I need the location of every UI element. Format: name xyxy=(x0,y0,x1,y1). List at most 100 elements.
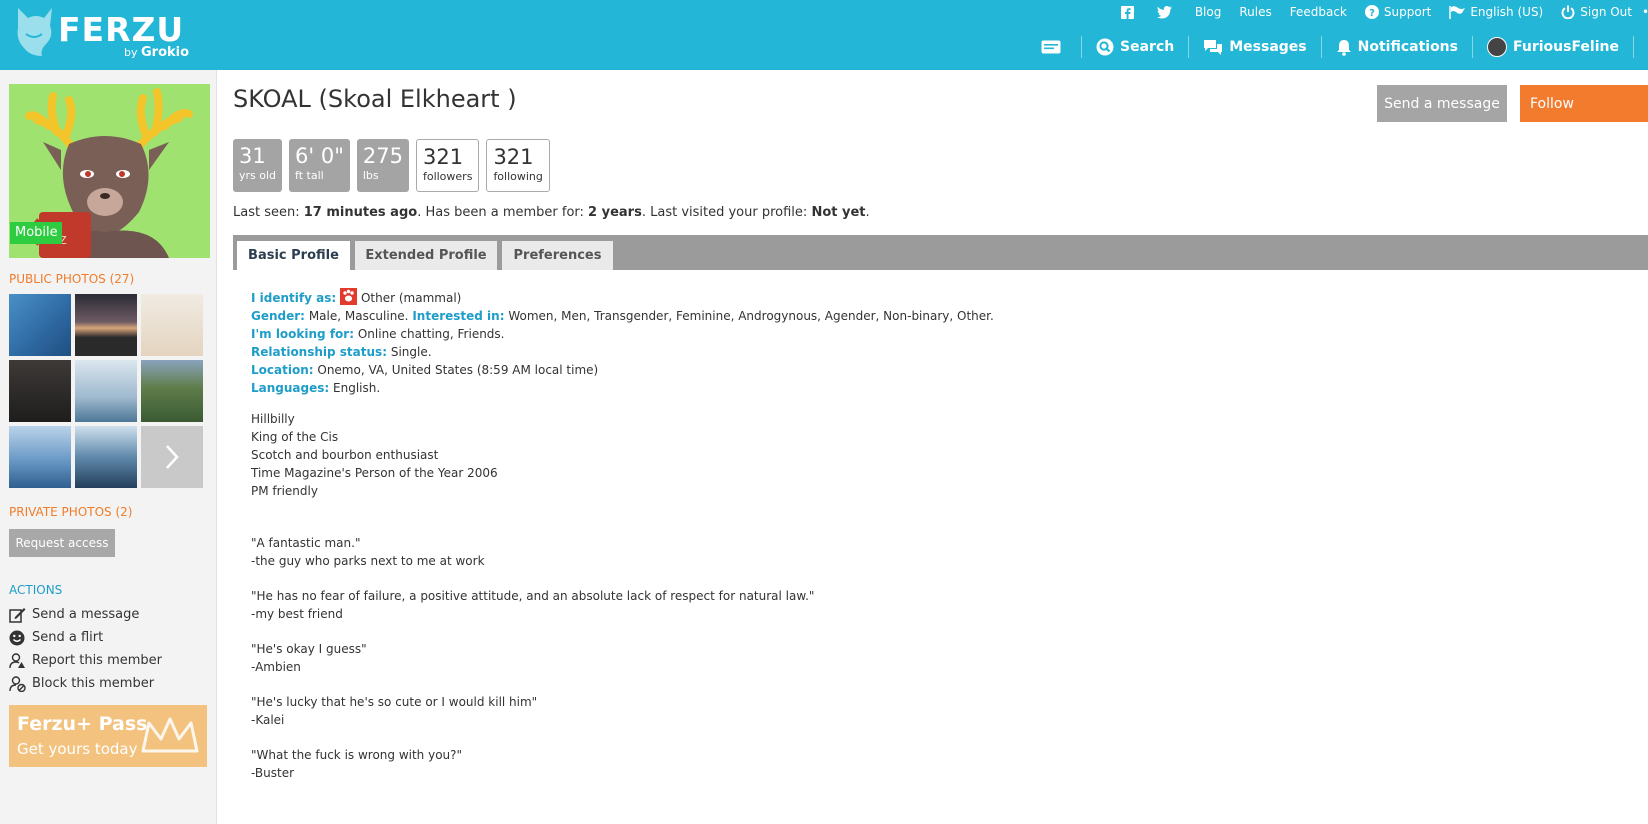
nav-user-menu[interactable]: FuriousFeline xyxy=(1471,36,1633,58)
brand-byline: by Grokio xyxy=(124,45,189,60)
photo-thumb[interactable] xyxy=(9,426,71,488)
photo-thumb[interactable] xyxy=(9,360,71,422)
ferzu-pass-banner[interactable]: Ferzu+ Pass Get yours today xyxy=(9,705,207,767)
bio-line: -the guy who parks next to me at work xyxy=(251,554,485,568)
bio-line: "He's lucky that he's so cute or I would… xyxy=(251,695,538,709)
tab-basic-profile[interactable]: Basic Profile xyxy=(237,241,350,270)
stat-label: followers xyxy=(422,170,473,183)
nav-search[interactable]: Search xyxy=(1081,36,1188,58)
stat-value: 321 xyxy=(493,145,534,169)
photo-thumb[interactable] xyxy=(75,360,137,422)
photo-thumb[interactable] xyxy=(141,294,203,356)
bio-line: -Kalei xyxy=(251,713,285,727)
last-seen-label: Last seen: xyxy=(233,205,300,220)
action-send-flirt[interactable]: Send a flirt xyxy=(9,626,162,649)
action-label: Send a flirt xyxy=(32,630,104,645)
nav-notifications[interactable]: Notifications xyxy=(1320,36,1472,58)
nav-messages[interactable]: Messages xyxy=(1188,36,1320,58)
mobile-badge: Mobile xyxy=(10,222,62,244)
facebook-link[interactable] xyxy=(1120,5,1139,19)
bio-line: "He has no fear of failure, a positive a… xyxy=(251,589,815,603)
stat-value: 275 xyxy=(362,144,403,168)
more-photos-button[interactable] xyxy=(141,426,203,488)
stat-following[interactable]: 321 following xyxy=(486,139,550,192)
action-block-member[interactable]: Block this member xyxy=(9,672,162,695)
photo-thumb[interactable] xyxy=(75,294,137,356)
bio-line: Time Magazine's Person of the Year 2006 xyxy=(251,466,498,480)
messages-icon xyxy=(1204,39,1223,55)
send-message-button[interactable]: Send a message xyxy=(1377,85,1507,122)
stat-weight: 275 lbs xyxy=(356,139,409,192)
bio-spacer xyxy=(251,729,1631,746)
twitter-icon xyxy=(1156,5,1172,18)
stat-value: 6' 0" xyxy=(295,144,344,168)
main-nav: Search Messages Notifications FuriousFel… xyxy=(1027,34,1648,60)
brand-name: FERZU xyxy=(58,10,185,49)
action-send-message[interactable]: Send a message xyxy=(9,603,162,626)
nav-id-card[interactable] xyxy=(1027,36,1081,58)
photo-thumb[interactable] xyxy=(9,294,71,356)
bio-line: "A fantastic man." xyxy=(251,536,361,550)
location-value: Onemo, VA, United States (8:59 AM local … xyxy=(317,363,599,377)
help-icon: ? xyxy=(1364,5,1379,19)
profile-main: SKOAL (Skoal Elkheart ) Send a message F… xyxy=(233,70,1648,824)
follow-button[interactable]: Follow xyxy=(1520,85,1648,122)
report-user-icon xyxy=(9,652,25,668)
ferzu-logo[interactable]: FERZU by Grokio xyxy=(12,4,212,64)
top-links: Blog Rules Feedback ? Support English (U… xyxy=(1103,3,1648,21)
photo-thumb[interactable] xyxy=(141,360,203,422)
edit-icon xyxy=(9,607,26,623)
tab-preferences[interactable]: Preferences xyxy=(502,241,613,270)
gender-value: Male, Masculine. xyxy=(308,309,409,323)
identify-key: I identify as: xyxy=(251,291,337,305)
stat-label: yrs old xyxy=(239,169,277,182)
nav-overflow[interactable]: ✓ xyxy=(1633,36,1648,58)
stat-height: 6' 0" ft tall xyxy=(289,139,350,192)
looking-value: Online chatting, Friends. xyxy=(357,327,505,341)
bio-spacer xyxy=(251,676,1631,693)
profile-bio: Hillbilly King of the Cis Scotch and bou… xyxy=(251,410,1631,782)
stat-followers[interactable]: 321 followers xyxy=(415,139,480,192)
id-card-icon xyxy=(1041,40,1061,54)
bell-icon xyxy=(1336,39,1351,56)
twitter-link[interactable] xyxy=(1156,5,1177,19)
tab-extended-profile[interactable]: Extended Profile xyxy=(355,241,497,270)
profile-stats: 31 yrs old 6' 0" ft tall 275 lbs 321 fol… xyxy=(233,139,557,192)
actions-heading: ACTIONS xyxy=(9,583,63,597)
blog-link[interactable]: Blog xyxy=(1195,5,1222,19)
visited-end: . xyxy=(865,205,870,220)
bio-spacer xyxy=(251,570,1631,587)
support-link[interactable]: ? Support xyxy=(1364,5,1432,19)
public-photos-heading[interactable]: PUBLIC PHOTOS (27) xyxy=(9,272,134,286)
stat-label: lbs xyxy=(362,169,379,182)
bio-line: -my best friend xyxy=(251,607,343,621)
svg-text:?: ? xyxy=(1369,8,1375,19)
action-report-member[interactable]: Report this member xyxy=(9,649,162,672)
rules-link[interactable]: Rules xyxy=(1239,5,1271,19)
bio-line: -Buster xyxy=(251,766,295,780)
language-label: English (US) xyxy=(1470,5,1544,19)
facebook-icon xyxy=(1120,5,1134,19)
languages-key: Languages: xyxy=(251,381,330,395)
user-avatar xyxy=(1486,37,1507,57)
request-access-button[interactable]: Request access xyxy=(9,529,115,557)
sign-out-link[interactable]: Sign Out xyxy=(1561,5,1632,19)
bio-spacer xyxy=(251,500,1631,517)
photo-thumb[interactable] xyxy=(75,426,137,488)
last-seen-value: 17 minutes ago xyxy=(303,205,418,220)
nav-search-label: Search xyxy=(1120,39,1175,55)
location-line: Location: Onemo, VA, United States (8:59… xyxy=(251,361,1631,379)
block-user-icon xyxy=(9,675,26,692)
private-photos-heading: PRIVATE PHOTOS (2) xyxy=(9,505,133,519)
feedback-link[interactable]: Feedback xyxy=(1290,5,1347,19)
looking-line: I'm looking for: Online chatting, Friend… xyxy=(251,325,1631,343)
stat-value: 321 xyxy=(422,145,464,169)
language-link[interactable]: English (US) xyxy=(1449,5,1543,19)
bio-line: -Ambien xyxy=(251,660,301,674)
left-sidebar: Z Mobile PUBLIC PHOTOS (27) PRIVATE PHOT… xyxy=(0,70,217,824)
crown-icon xyxy=(141,717,199,753)
smile-icon xyxy=(9,630,25,645)
support-label: Support xyxy=(1383,5,1432,19)
action-label: Report this member xyxy=(32,653,162,668)
bio-line: Hillbilly xyxy=(251,412,295,426)
